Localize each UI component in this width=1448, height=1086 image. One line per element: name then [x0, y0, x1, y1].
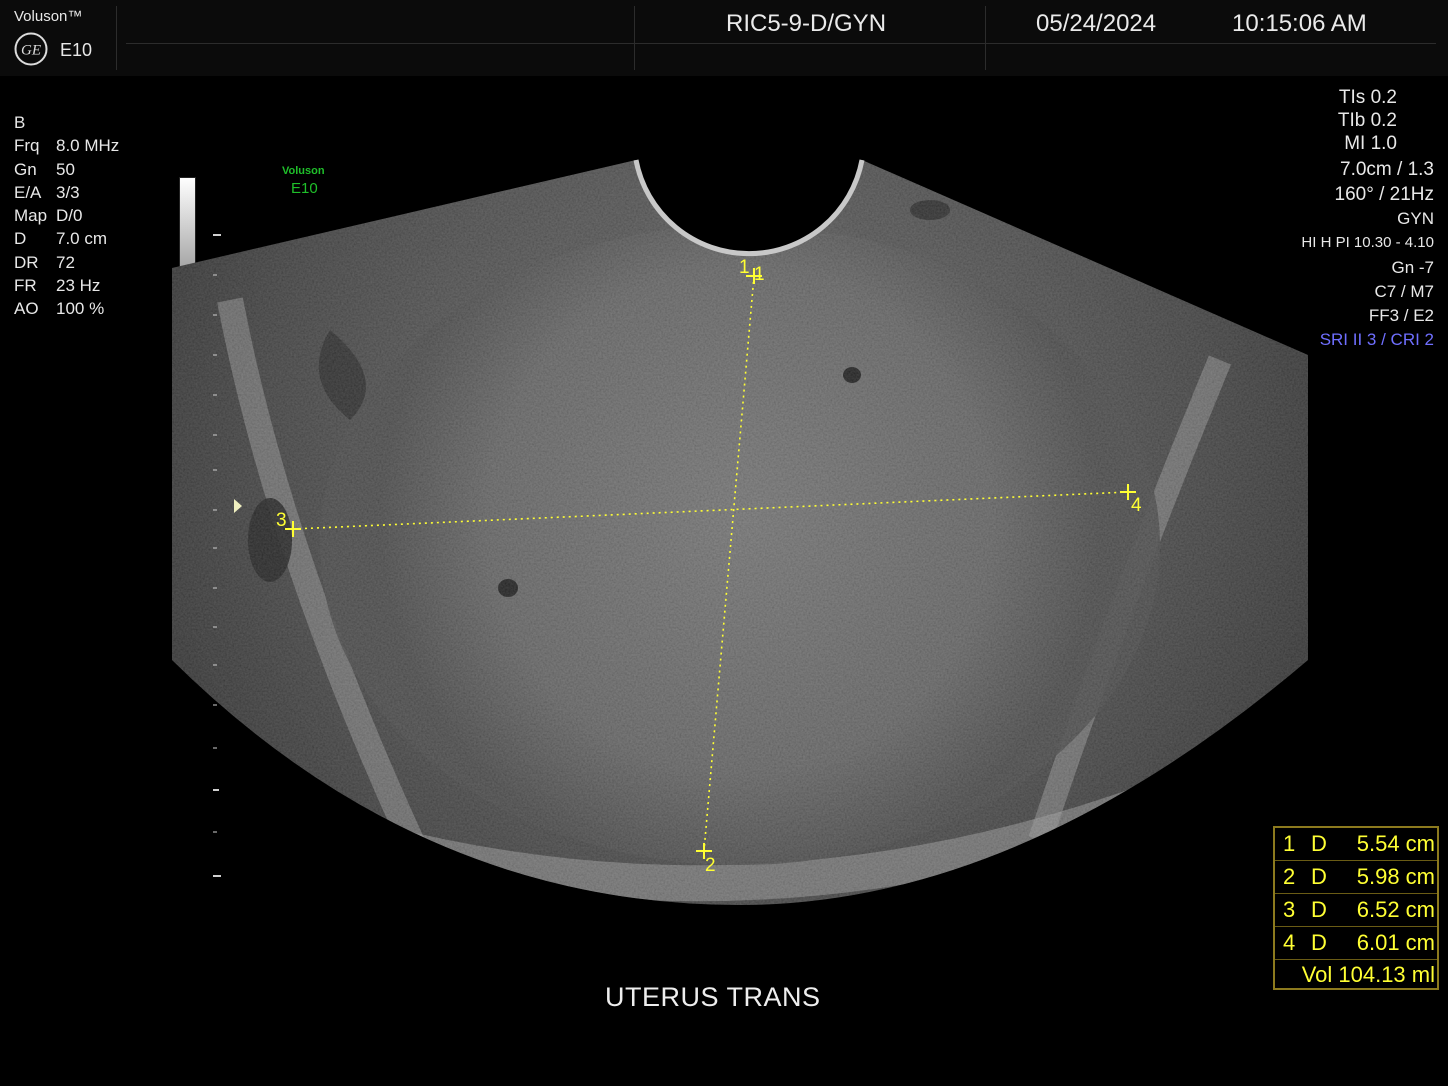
caliper-label: 1	[739, 257, 750, 278]
image-caption: UTERUS TRANS	[605, 982, 821, 1012]
measurement-results: 1 D 5.54 cm 2 D 5.98 cm 3 D 6.52 cm 4 D …	[1273, 826, 1439, 990]
ultrasound-image: 1 1 2 3 4	[172, 159, 1308, 905]
caliper-label: 1	[754, 264, 765, 285]
caliper-label: 2	[705, 855, 716, 876]
measurement-row: 4 D 6.01 cm	[1275, 927, 1437, 960]
volume-result: Vol 104.13 ml	[1301, 962, 1435, 987]
measurement-row: 1 D 5.54 cm	[1275, 828, 1437, 861]
measurement-row: 3 D 6.52 cm	[1275, 894, 1437, 927]
measurement-row: 2 D 5.98 cm	[1275, 861, 1437, 894]
caliper-label: 3	[276, 510, 287, 531]
caliper-label: 4	[1131, 495, 1142, 516]
